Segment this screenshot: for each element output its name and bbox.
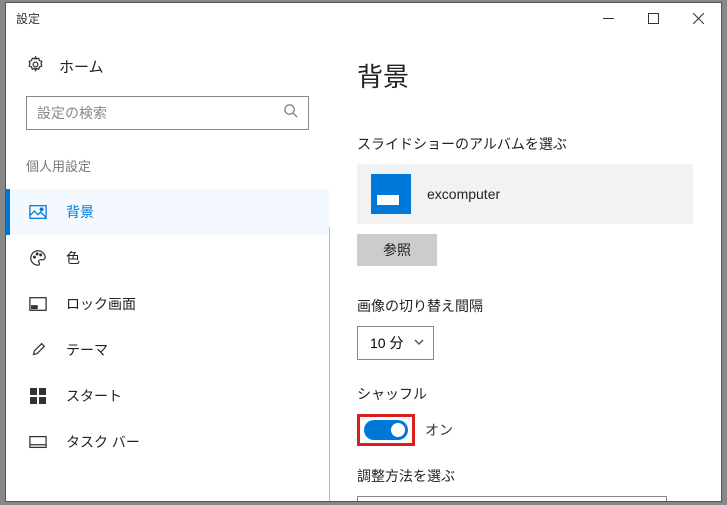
- shuffle-state: オン: [425, 420, 453, 440]
- sidebar-item-label: ロック画面: [66, 294, 136, 314]
- annotation-highlight: [357, 414, 415, 446]
- home-label: ホーム: [59, 56, 104, 77]
- page-title: 背景: [357, 57, 693, 94]
- gear-icon: [26, 55, 45, 78]
- search-box[interactable]: [26, 96, 309, 130]
- album-section-label: スライドショーのアルバムを選ぶ: [357, 134, 693, 154]
- content-divider: [329, 227, 330, 501]
- interval-value: 10 分: [370, 333, 403, 353]
- sidebar-item-label: スタート: [66, 386, 122, 406]
- maximize-button[interactable]: [631, 3, 676, 33]
- chevron-down-icon: [413, 335, 425, 351]
- album-row[interactable]: excomputer: [357, 164, 693, 224]
- sidebar-item-label: 色: [66, 248, 80, 268]
- palette-icon: [28, 249, 48, 267]
- sidebar-item-colors[interactable]: 色: [6, 235, 329, 281]
- sidebar-item-label: タスク バー: [66, 432, 140, 452]
- start-icon: [28, 387, 48, 405]
- sidebar-item-label: 背景: [66, 202, 94, 222]
- shuffle-label: シャッフル: [357, 384, 693, 404]
- fit-label: 調整方法を選ぶ: [357, 466, 693, 486]
- interval-dropdown[interactable]: 10 分: [357, 326, 434, 360]
- folder-icon: [371, 174, 411, 214]
- sidebar: ホーム 個人用設定 背景: [6, 33, 329, 501]
- sidebar-item-taskbar[interactable]: タスク バー: [6, 419, 329, 465]
- sidebar-item-background[interactable]: 背景: [6, 189, 329, 235]
- sidebar-item-start[interactable]: スタート: [6, 373, 329, 419]
- sidebar-item-label: テーマ: [66, 340, 108, 360]
- settings-window: 設定 ホーム: [5, 2, 722, 502]
- shuffle-toggle[interactable]: [364, 420, 408, 440]
- brush-icon: [28, 341, 48, 359]
- home-link[interactable]: ホーム: [6, 49, 329, 96]
- fit-dropdown[interactable]: ページ幅に合わせる: [357, 496, 667, 501]
- interval-label: 画像の切り替え間隔: [357, 296, 693, 316]
- sidebar-item-themes[interactable]: テーマ: [6, 327, 329, 373]
- window-title: 設定: [16, 10, 40, 27]
- search-input[interactable]: [37, 105, 283, 121]
- category-label: 個人用設定: [6, 156, 329, 189]
- browse-button[interactable]: 参照: [357, 234, 437, 266]
- minimize-button[interactable]: [586, 3, 631, 33]
- lockscreen-icon: [28, 295, 48, 313]
- picture-icon: [28, 203, 48, 221]
- search-icon: [283, 103, 298, 123]
- taskbar-icon: [28, 433, 48, 451]
- content-pane: 背景 スライドショーのアルバムを選ぶ excomputer 参照 画像の切り替え…: [329, 33, 721, 501]
- sidebar-item-lockscreen[interactable]: ロック画面: [6, 281, 329, 327]
- titlebar: 設定: [6, 3, 721, 33]
- album-name: excomputer: [427, 186, 500, 202]
- close-button[interactable]: [676, 3, 721, 33]
